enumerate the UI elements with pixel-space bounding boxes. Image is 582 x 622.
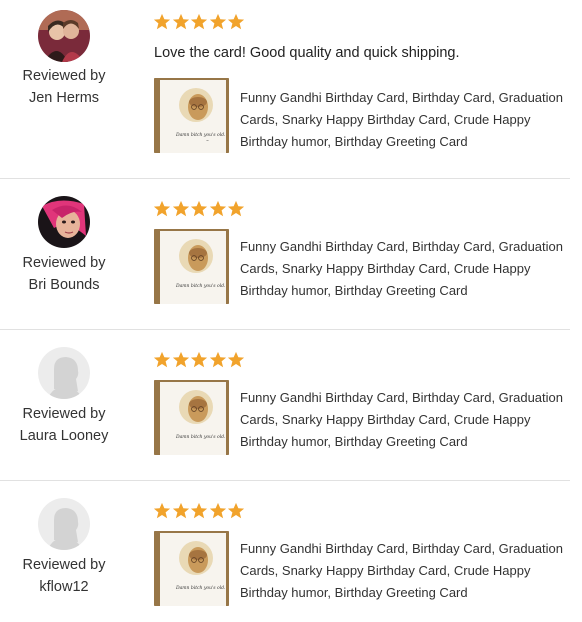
star-rating xyxy=(153,502,246,522)
star-icon xyxy=(172,502,189,519)
star-icon xyxy=(153,351,171,368)
star-icon xyxy=(153,502,171,519)
product-image: Damn bitch you's old. xyxy=(154,380,229,455)
reviewed-by-text: Reviewed by xyxy=(22,68,106,84)
star-rating xyxy=(153,200,246,220)
product-image: Damn bitch you's old. ~ xyxy=(154,78,229,153)
product-image: Damn bitch you's old. xyxy=(154,229,229,304)
product-title-link[interactable]: Funny Gandhi Birthday Card, Birthday Car… xyxy=(240,87,570,153)
card-signature: ~ xyxy=(206,139,209,143)
reviewed-by-text: Reviewed by xyxy=(22,557,106,573)
star-icon xyxy=(209,502,226,519)
reviewer-avatar[interactable] xyxy=(38,347,90,399)
reviewer-name[interactable]: Bri Bounds xyxy=(0,274,128,296)
star-icon xyxy=(227,13,245,30)
star-icon xyxy=(227,351,245,368)
star-icon xyxy=(153,13,171,30)
default-avatar xyxy=(38,347,90,399)
reviewed-by-text: Reviewed by xyxy=(22,406,106,422)
review-text: Love the card! Good quality and quick sh… xyxy=(154,45,460,61)
review-item: Reviewed by Laura Looney Damn bitch you'… xyxy=(0,330,570,480)
reviewer-label: Reviewed by Laura Looney xyxy=(0,403,128,447)
reviewer-avatar[interactable] xyxy=(38,10,90,62)
product-image: Damn bitch you's old. xyxy=(154,531,229,606)
reviewer-label: Reviewed by Bri Bounds xyxy=(0,252,128,296)
star-icon xyxy=(190,351,208,368)
product-title-link[interactable]: Funny Gandhi Birthday Card, Birthday Car… xyxy=(240,236,570,302)
card-caption: Damn bitch you's old. xyxy=(175,434,226,440)
reviewer-avatar[interactable] xyxy=(38,196,90,248)
star-icon xyxy=(172,200,189,217)
reviewer-name[interactable]: kflow12 xyxy=(0,576,128,598)
reviewer-name[interactable]: Jen Herms xyxy=(0,87,128,109)
photo-avatar-couple xyxy=(38,10,90,62)
star-icon xyxy=(172,13,189,30)
product-title-link[interactable]: Funny Gandhi Birthday Card, Birthday Car… xyxy=(240,387,570,453)
review-item: Reviewed by kflow12 Damn bitch you's old… xyxy=(0,481,570,622)
star-icon xyxy=(172,351,189,368)
product-thumbnail[interactable]: Damn bitch you's old. ~ xyxy=(154,78,229,153)
star-icon xyxy=(190,13,208,30)
card-caption: Damn bitch you's old. xyxy=(175,132,226,138)
star-icon xyxy=(153,200,171,217)
star-icon xyxy=(209,200,226,217)
star-icon xyxy=(190,502,208,519)
reviewer-label: Reviewed by Jen Herms xyxy=(0,65,128,109)
card-caption: Damn bitch you's old. xyxy=(175,585,226,591)
card-caption: Damn bitch you's old. xyxy=(175,283,226,289)
product-thumbnail[interactable]: Damn bitch you's old. xyxy=(154,380,229,455)
photo-avatar-pink-hair xyxy=(38,196,90,248)
star-icon xyxy=(227,502,245,519)
product-thumbnail[interactable]: Damn bitch you's old. xyxy=(154,531,229,606)
star-icon xyxy=(227,200,245,217)
reviewer-label: Reviewed by kflow12 xyxy=(0,554,128,598)
review-item: Reviewed by Bri Bounds Damn bitch you's … xyxy=(0,179,570,329)
star-rating xyxy=(153,351,246,371)
default-avatar xyxy=(38,498,90,550)
reviewer-avatar[interactable] xyxy=(38,498,90,550)
review-item: Reviewed by Jen Herms Love the card! Goo… xyxy=(0,0,570,178)
star-icon xyxy=(209,351,226,368)
star-icon xyxy=(190,200,208,217)
star-rating xyxy=(153,13,246,33)
product-thumbnail[interactable]: Damn bitch you's old. xyxy=(154,229,229,304)
product-title-link[interactable]: Funny Gandhi Birthday Card, Birthday Car… xyxy=(240,538,570,604)
reviewer-name[interactable]: Laura Looney xyxy=(0,425,128,447)
star-icon xyxy=(209,13,226,30)
reviewed-by-text: Reviewed by xyxy=(22,255,106,271)
